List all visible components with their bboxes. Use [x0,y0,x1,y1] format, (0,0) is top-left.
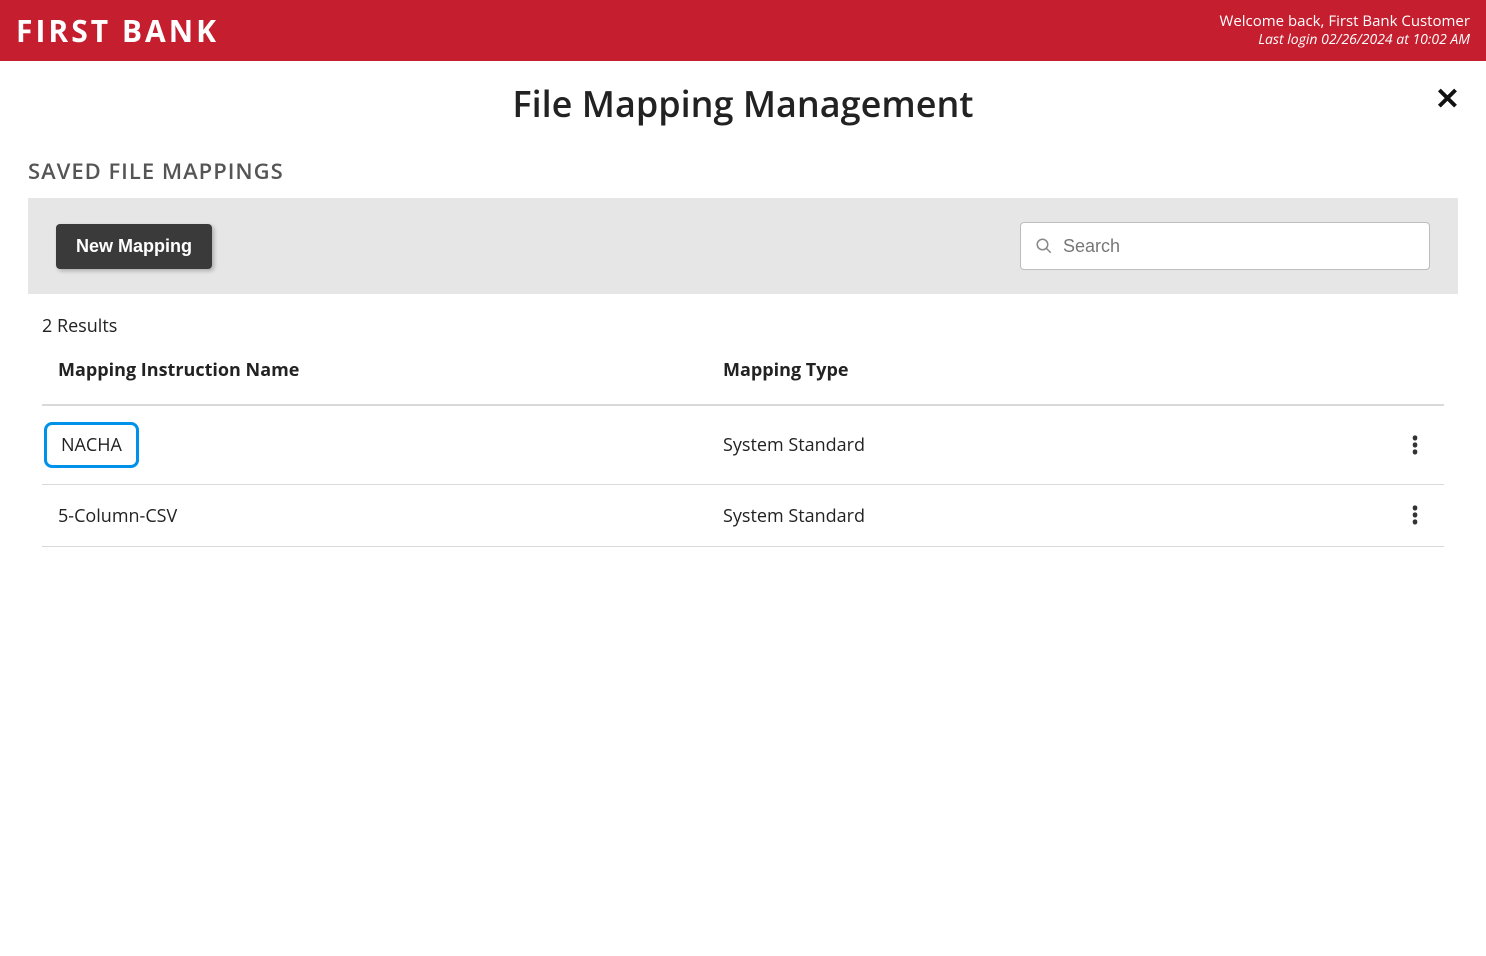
row-actions-icon[interactable]: ••• [1402,501,1428,530]
close-icon[interactable]: ✕ [1435,83,1460,113]
last-login-text: Last login 02/26/2024 at 10:02 AM [1220,31,1471,49]
welcome-text: Welcome back, First Bank Customer [1220,12,1471,32]
column-header-type: Mapping Type [723,358,1428,382]
table-row: NACHA System Standard ••• [42,406,1444,485]
mapping-name-cell[interactable]: NACHA [58,422,723,468]
search-input[interactable] [1063,236,1415,257]
mapping-type-cell: System Standard [723,504,1402,528]
bank-logo: FIRST BANK [16,10,219,51]
mappings-table: Mapping Instruction Name Mapping Type NA… [42,350,1444,547]
section-label: SAVED FILE MAPPINGS [0,156,1486,198]
mapping-name-highlight[interactable]: NACHA [44,422,139,468]
header-bar: FIRST BANK Welcome back, First Bank Cust… [0,0,1486,61]
content-area: File Mapping Management ✕ SAVED FILE MAP… [0,61,1486,547]
table-row: 5-Column-CSV System Standard ••• [42,485,1444,547]
row-actions-icon[interactable]: ••• [1402,431,1428,460]
mapping-name-cell[interactable]: 5-Column-CSV [58,504,723,528]
new-mapping-button[interactable]: New Mapping [56,224,212,269]
page-title: File Mapping Management [0,79,1486,128]
search-field-wrap[interactable] [1020,222,1430,270]
results-count: 2 Results [0,294,1486,350]
column-headers: Mapping Instruction Name Mapping Type [42,350,1444,406]
welcome-block: Welcome back, First Bank Customer Last l… [1220,12,1471,50]
mapping-type-cell: System Standard [723,433,1402,457]
search-icon [1035,237,1053,255]
title-row: File Mapping Management ✕ [0,61,1486,156]
toolbar: New Mapping [28,198,1458,294]
column-header-name: Mapping Instruction Name [58,358,723,382]
